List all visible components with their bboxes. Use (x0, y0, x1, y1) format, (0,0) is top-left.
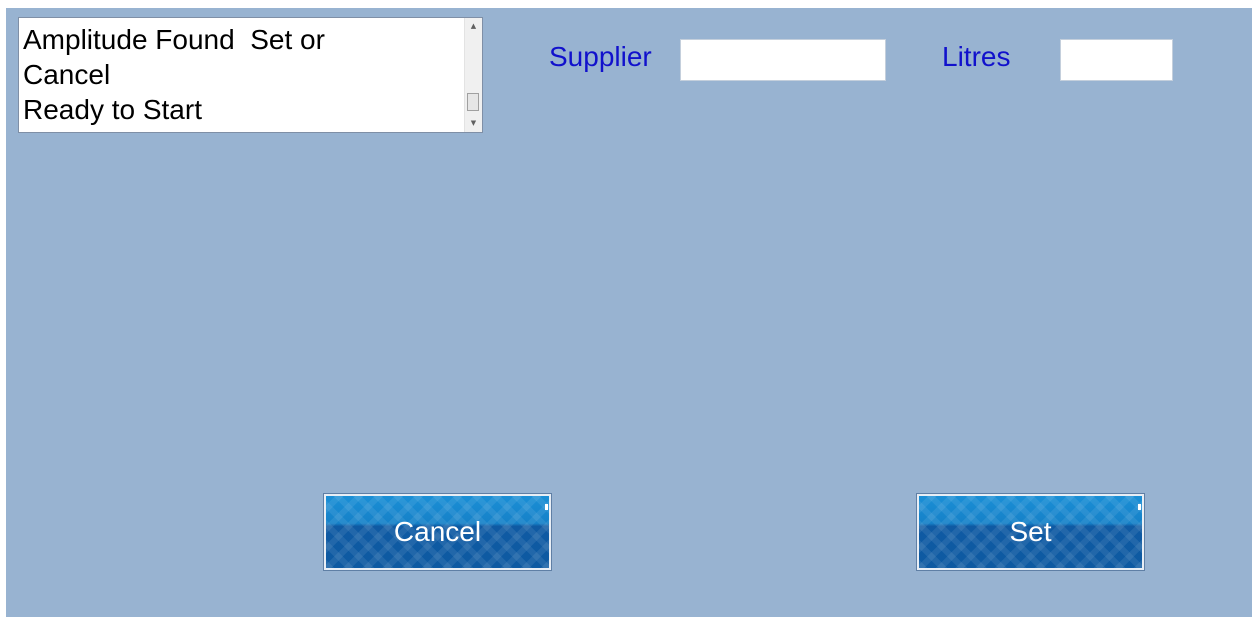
status-log-text: Amplitude Found Set or Cancel Ready to S… (23, 24, 325, 125)
button-corner-mark (1138, 504, 1141, 510)
supplier-label: Supplier (549, 41, 652, 72)
button-corner-mark (545, 504, 548, 510)
supplier-input[interactable] (680, 39, 886, 81)
litres-label: Litres (942, 41, 1011, 72)
set-button-label: Set (1009, 516, 1052, 547)
log-scrollbar[interactable]: ▲ ▼ (464, 18, 482, 132)
cancel-button-label: Cancel (393, 516, 482, 547)
status-log-box[interactable]: Amplitude Found Set or Cancel Ready to S… (18, 17, 483, 133)
litres-input[interactable] (1060, 39, 1173, 81)
scroll-thumb[interactable] (467, 93, 479, 111)
scroll-down-icon[interactable]: ▼ (465, 115, 482, 132)
set-button[interactable]: Set (916, 493, 1145, 571)
scroll-up-icon[interactable]: ▲ (465, 18, 482, 35)
cancel-button[interactable]: Cancel (323, 493, 552, 571)
